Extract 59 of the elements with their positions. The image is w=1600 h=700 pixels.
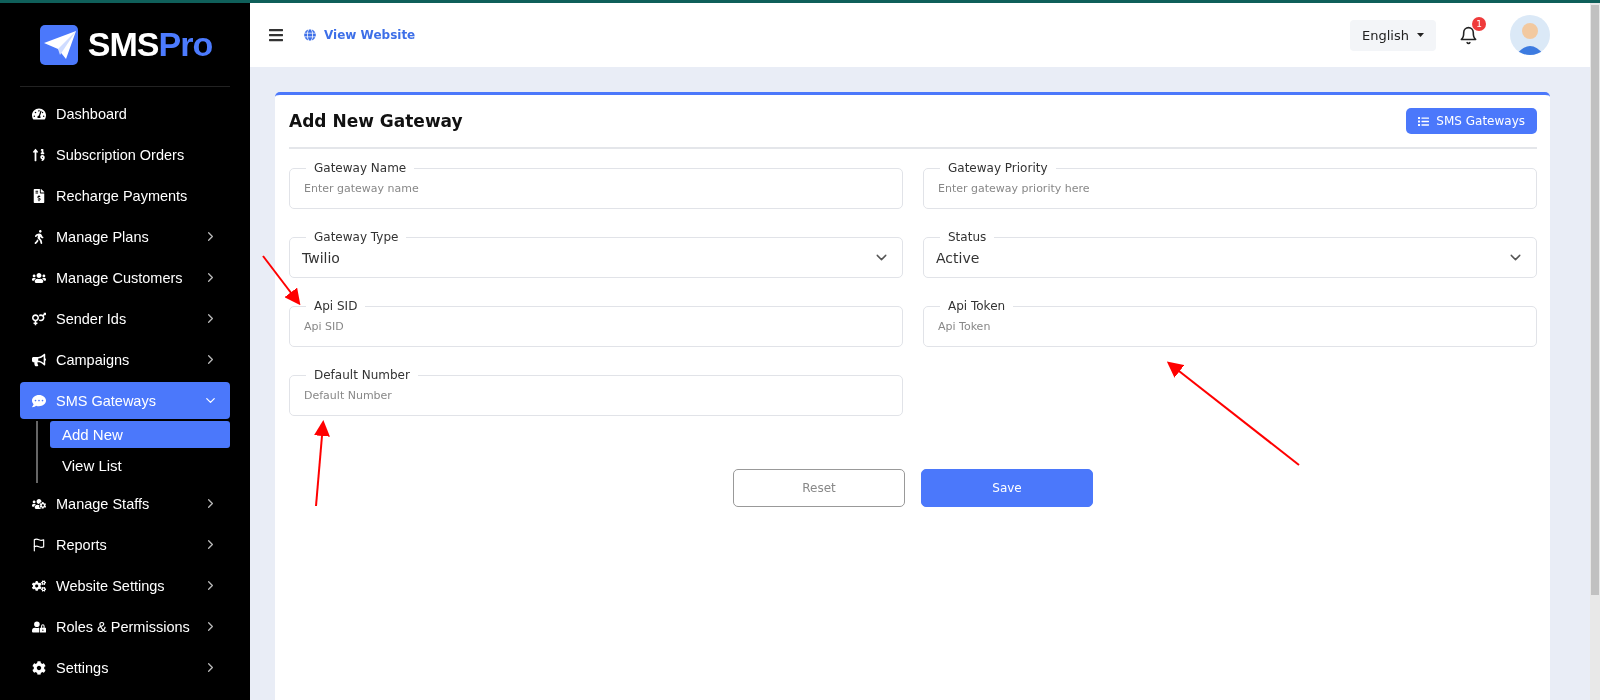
sidebar-item[interactable]: Campaigns [20, 341, 230, 378]
reset-button[interactable]: Reset [733, 469, 905, 507]
sidebar-item[interactable]: Settings [20, 649, 230, 686]
caret-icon [1417, 33, 1424, 37]
sidebar-item[interactable]: Recharge Payments [20, 177, 230, 214]
sidebar-item[interactable]: Subscription Orders [20, 136, 230, 173]
input-field[interactable]: Api SID Api SID [289, 299, 903, 347]
walking-person-icon [32, 229, 46, 244]
field-label: Default Number [313, 368, 411, 382]
field-label: Api Token [947, 299, 1007, 313]
scrollbar-thumb[interactable] [1591, 5, 1599, 595]
bell-icon[interactable] [1458, 25, 1478, 45]
select-field[interactable]: Gateway Type Twilio [289, 230, 903, 278]
user-lock-icon [32, 619, 46, 634]
users-gear-icon [32, 496, 46, 511]
save-button[interactable]: Save [921, 469, 1093, 507]
sidebar-item[interactable]: Roles & Permissions [20, 608, 230, 645]
view-website-link[interactable]: View Website [304, 28, 1331, 42]
megaphone-icon [32, 352, 46, 367]
chat-bubble-icon [32, 393, 46, 408]
sidebar-subitem[interactable]: Add New [50, 421, 230, 448]
card-title: Add New Gateway [289, 111, 463, 131]
field-label: Gateway Type [313, 230, 400, 244]
sidebar-item[interactable]: Dashboard [20, 95, 230, 132]
input-field[interactable]: Api Token Api Token [923, 299, 1537, 347]
sms-gateways-button[interactable]: SMS Gateways [1406, 108, 1537, 134]
menu-icon[interactable] [268, 27, 284, 43]
field-label: Api SID [313, 299, 359, 313]
notification-badge: 1 [1472, 17, 1486, 31]
avatar[interactable] [1510, 15, 1550, 55]
sort-icon [32, 147, 46, 162]
globe-icon [304, 29, 316, 41]
field-label: Gateway Name [313, 161, 408, 175]
gears-icon [32, 578, 46, 593]
field-label: Status [947, 230, 988, 244]
sidebar-subitem[interactable]: View List [50, 452, 230, 479]
list-icon [1418, 115, 1430, 127]
gender-icon [32, 311, 46, 326]
settings-icon [32, 660, 46, 675]
sidebar-item[interactable]: Manage Staffs [20, 485, 230, 522]
sidebar-item[interactable]: Sender Ids [20, 300, 230, 337]
input-field[interactable]: Default Number Default Number [289, 368, 903, 416]
input-field[interactable]: Gateway Name Enter gateway name [289, 161, 903, 209]
sidebar-item[interactable]: SMS Gateways [20, 382, 230, 419]
annotation-arrow [262, 255, 301, 306]
select-field[interactable]: Status Active [923, 230, 1537, 278]
sidebar-item[interactable]: Manage Customers [20, 259, 230, 296]
sidebar-item[interactable]: Website Settings [20, 567, 230, 604]
paper-plane-logo-icon [37, 24, 80, 65]
sidebar-item[interactable]: Reports [20, 526, 230, 563]
users-icon [32, 270, 46, 285]
language-dropdown[interactable]: English [1350, 19, 1436, 51]
dashboard-icon [32, 106, 46, 121]
invoice-icon [32, 188, 46, 203]
field-label: Gateway Priority [947, 161, 1049, 175]
flag-icon [32, 537, 46, 552]
input-field[interactable]: Gateway Priority Enter gateway priority here [923, 161, 1537, 209]
sidebar-item[interactable]: Manage Plans [20, 218, 230, 255]
brand-name: SMSPro [87, 25, 213, 64]
